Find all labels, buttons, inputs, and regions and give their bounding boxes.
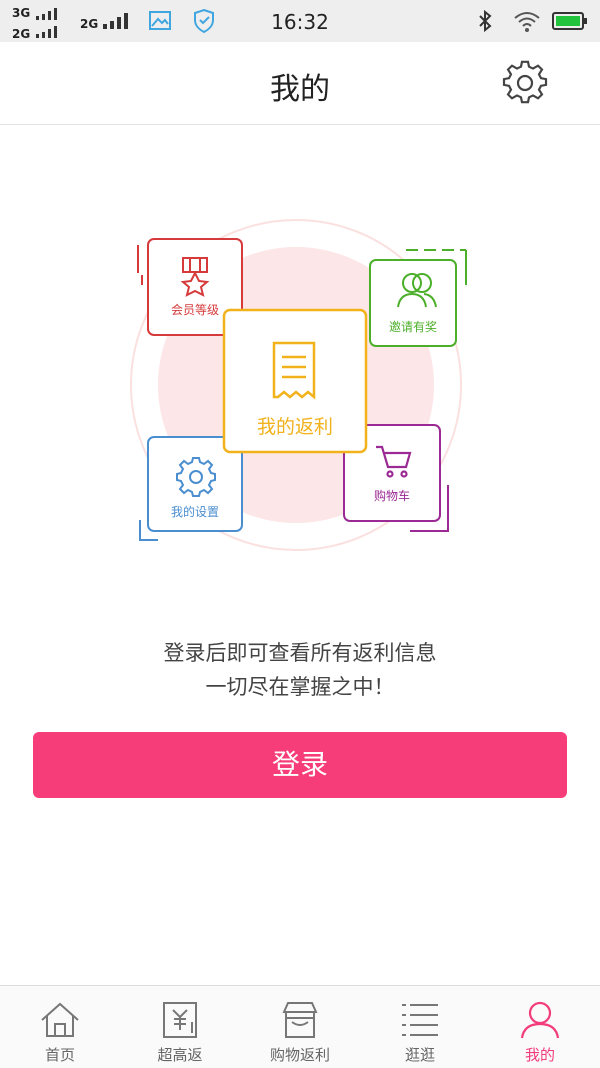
rebate-illustration: 会员等级 邀请有奖 我的设置 购物车 我的返利 (120, 215, 480, 560)
tab-browse-label: 逛逛 (404, 1046, 435, 1064)
tab-browse[interactable]: 逛逛 (360, 986, 480, 1068)
tab-home[interactable]: 首页 (0, 986, 120, 1068)
tab-shopping-rebate[interactable]: 购物返利 (240, 986, 360, 1068)
yen-card-icon (163, 1002, 197, 1038)
list-icon (402, 1004, 438, 1036)
page-header: 我的 (0, 42, 600, 125)
wifi-icon (514, 12, 540, 32)
battery-icon (552, 12, 587, 30)
cart-label: 购物车 (373, 489, 410, 503)
member-level-label: 会员等级 (170, 303, 219, 317)
gear-icon (502, 60, 548, 104)
tab-home-label: 首页 (44, 1046, 75, 1064)
my-settings-label: 我的设置 (170, 505, 219, 519)
tab-super-rebate-label: 超高返 (157, 1046, 203, 1064)
shop-icon (282, 1002, 318, 1038)
tab-super-rebate[interactable]: 超高返 (120, 986, 240, 1068)
login-button[interactable]: 登录 (33, 732, 567, 798)
home-icon (41, 1002, 79, 1037)
login-prompt: 登录后即可查看所有返利信息 一切尽在掌握之中！ (0, 636, 600, 704)
my-rebate-label: 我的返利 (256, 416, 333, 438)
status-bar: 3G 2G 2G 16:32 (0, 0, 600, 42)
tab-mine[interactable]: 我的 (480, 986, 600, 1068)
status-time: 16:32 (271, 10, 329, 34)
tab-shopping-rebate-label: 购物返利 (269, 1046, 330, 1064)
login-prompt-line1: 登录后即可查看所有返利信息 (163, 641, 437, 665)
bluetooth-icon (479, 9, 492, 33)
invite-reward-label: 邀请有奖 (388, 320, 437, 334)
person-icon (520, 1001, 560, 1039)
login-prompt-line2: 一切尽在掌握之中！ (205, 675, 395, 699)
settings-button[interactable] (502, 60, 548, 106)
tab-mine-label: 我的 (524, 1046, 555, 1064)
bottom-tab-bar: 首页 超高返 购物返利 逛逛 我的 (0, 985, 600, 1068)
